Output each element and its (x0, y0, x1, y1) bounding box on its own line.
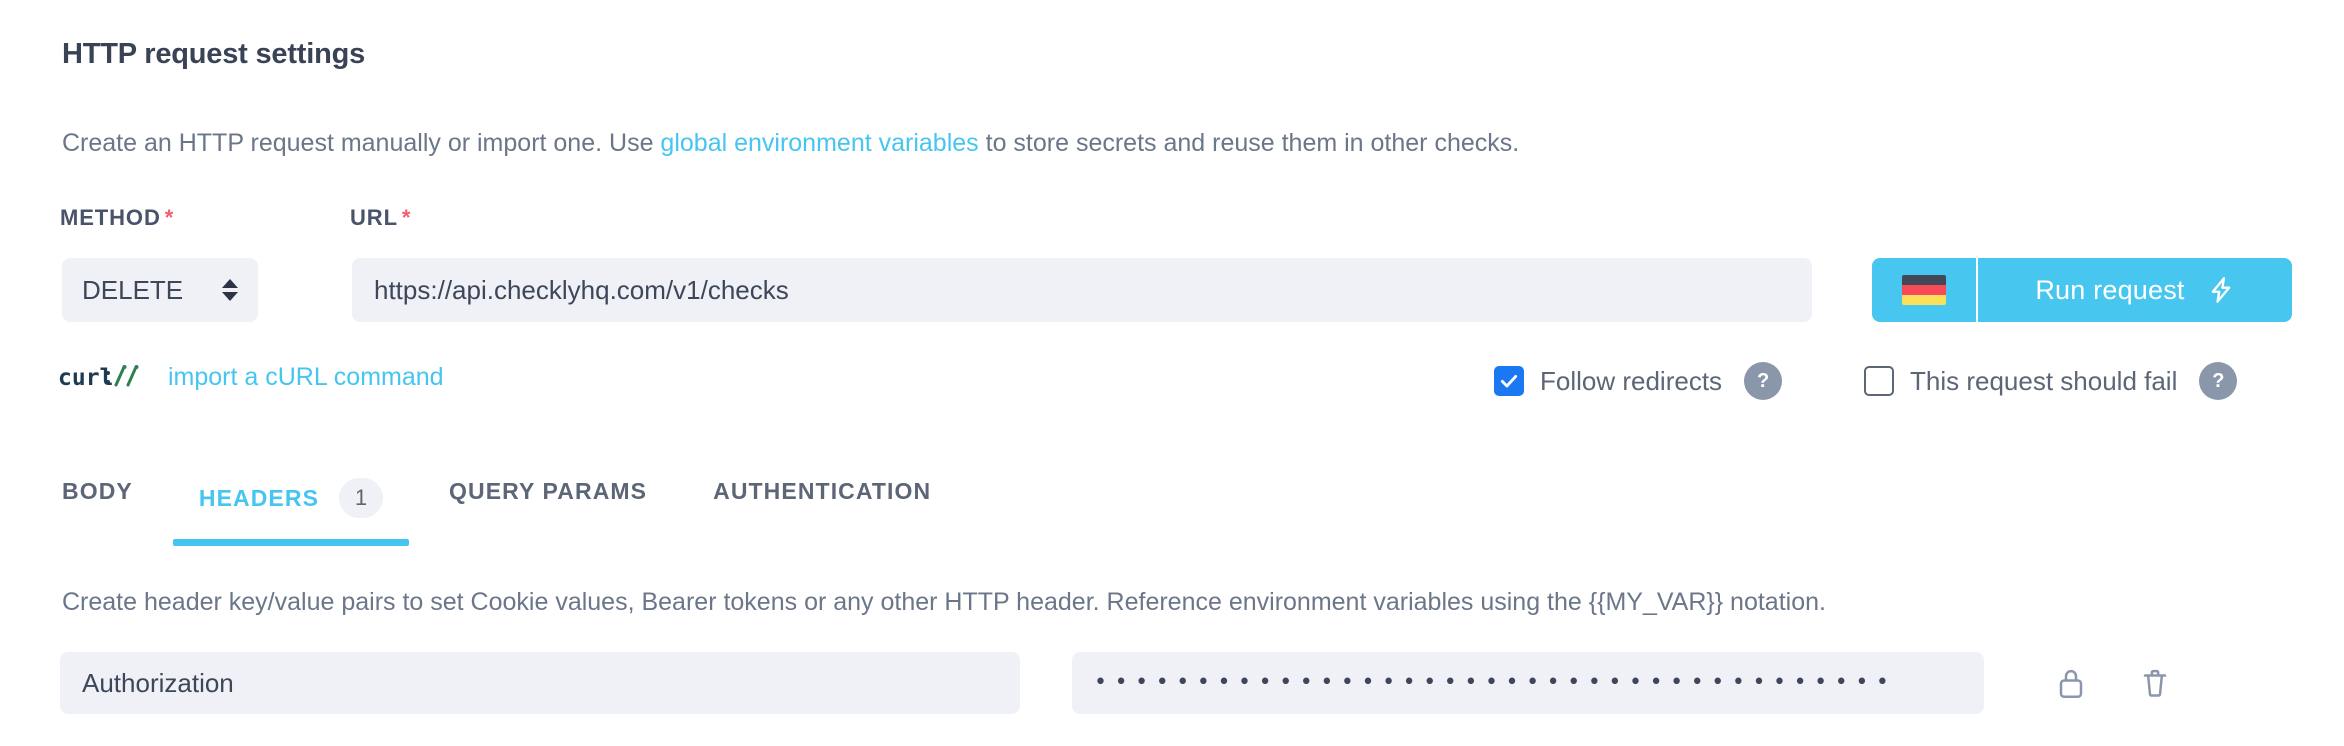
url-label: URL * (350, 205, 411, 231)
german-flag-icon[interactable] (1872, 258, 1978, 322)
curl-logo-icon: curl (58, 365, 139, 391)
lightning-bolt-icon (2211, 277, 2230, 303)
tab-query-params[interactable]: QUERY PARAMS (449, 478, 647, 533)
run-request-button[interactable]: Run request (1872, 258, 2292, 322)
page-title: HTTP request settings (62, 38, 366, 70)
header-value-masked: ••••••••••••••••••••••••••••••••••••••• (1094, 672, 1897, 694)
header-key-value-row: ••••••••••••••••••••••••••••••••••••••• (60, 652, 2292, 714)
tab-authentication-label: AUTHENTICATION (713, 478, 932, 504)
follow-redirects-checkbox[interactable] (1494, 366, 1524, 396)
trash-icon[interactable] (2138, 664, 2172, 702)
method-select[interactable]: DELETE (62, 258, 258, 322)
request-should-fail-help-icon[interactable]: ? (2199, 362, 2238, 400)
section-description: Create an HTTP request manually or impor… (62, 129, 1519, 158)
follow-redirects-option: Follow redirects ? (1494, 362, 1783, 400)
updown-arrows-icon (222, 277, 238, 303)
request-tabs: BODY HEADERS 1 QUERY PARAMS AUTHENTICATI… (62, 478, 997, 546)
http-request-settings-panel: HTTP request settings Create an HTTP req… (0, 0, 2344, 746)
run-request-label: Run request (2035, 274, 2185, 305)
follow-redirects-label: Follow redirects (1540, 365, 1723, 396)
request-should-fail-label: This request should fail (1910, 365, 2178, 396)
section-description-suffix: to store secrets and reuse them in other… (978, 129, 1520, 157)
tab-query-params-label: QUERY PARAMS (449, 478, 648, 504)
section-description-prefix: Create an HTTP request manually or impor… (62, 129, 661, 157)
headers-panel-description: Create header key/value pairs to set Coo… (62, 588, 1826, 616)
curl-import-row: curl import a cURL command (58, 362, 444, 392)
url-required-asterisk: * (401, 205, 412, 230)
global-environment-variables-link[interactable]: global environment variables (660, 129, 978, 157)
method-label-text: METHOD (60, 205, 161, 230)
tab-headers[interactable]: HEADERS 1 (172, 478, 410, 546)
request-should-fail-checkbox[interactable] (1864, 366, 1894, 396)
lock-icon[interactable] (2054, 664, 2088, 702)
svg-text:curl: curl (58, 365, 113, 391)
method-label: METHOD * (60, 205, 174, 231)
method-required-asterisk: * (164, 205, 175, 230)
tab-body-label: BODY (62, 478, 133, 504)
follow-redirects-help-icon[interactable]: ? (1744, 362, 1783, 400)
url-label-text: URL (350, 205, 398, 230)
import-curl-command-link[interactable]: import a cURL command (168, 363, 444, 392)
tab-headers-badge: 1 (339, 478, 384, 518)
header-row-actions (2054, 664, 2172, 702)
url-input[interactable] (352, 258, 1812, 322)
request-should-fail-option: This request should fail ? (1864, 362, 2238, 400)
tab-headers-label: HEADERS (198, 484, 320, 511)
tab-authentication[interactable]: AUTHENTICATION (713, 478, 931, 533)
method-select-value: DELETE (82, 274, 184, 305)
tab-body[interactable]: BODY (62, 478, 133, 533)
header-value-input[interactable]: ••••••••••••••••••••••••••••••••••••••• (1072, 652, 1984, 714)
header-key-input[interactable] (60, 652, 1020, 714)
